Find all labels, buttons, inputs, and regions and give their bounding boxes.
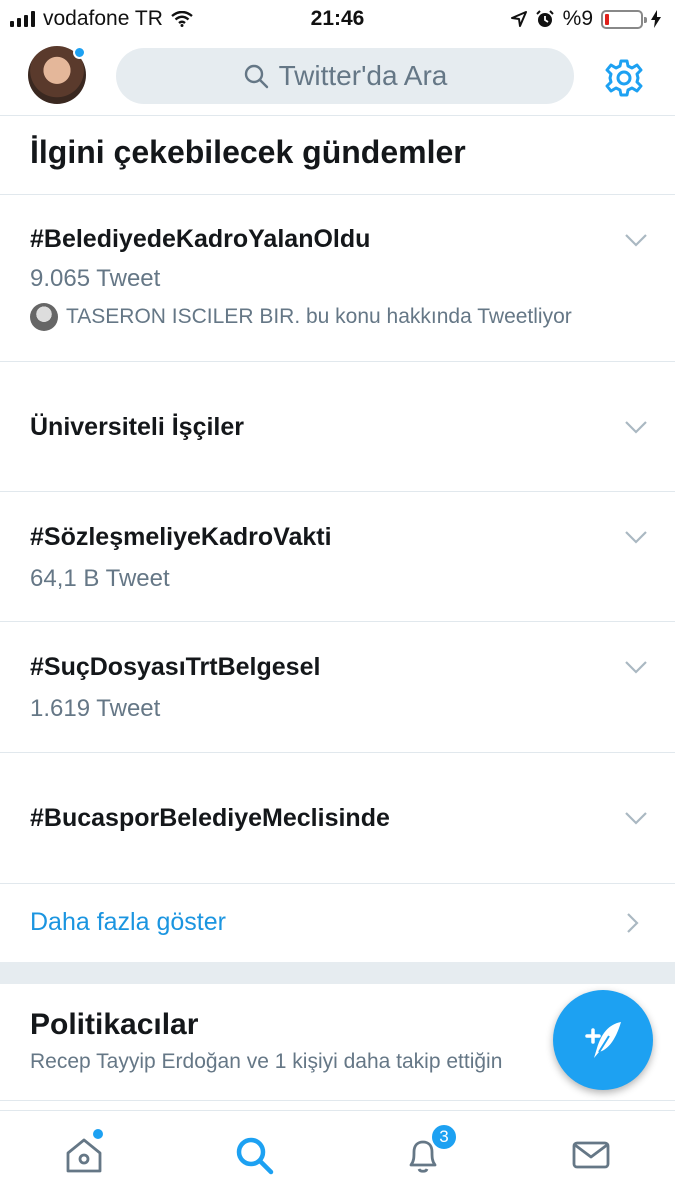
trend-item[interactable]: #BelediyedeKadroYalanOldu 9.065 Tweet TA… [0,195,675,361]
battery-icon [601,9,647,29]
gear-icon[interactable] [604,58,644,98]
chevron-down-icon[interactable] [624,660,648,674]
politicians-subtitle: Recep Tayyip Erdoğan ve 1 kişiyi daha ta… [30,1050,503,1073]
search-icon [244,64,268,89]
trend-context: TASERON ISCILER BIR. bu konu hakkında Tw… [30,303,572,331]
carrier-name: vodafone TR [43,7,163,30]
trend-item[interactable]: #SuçDosyasıTrtBelgesel 1.619 Tweet [0,622,675,752]
charging-icon [651,10,661,28]
show-more-link[interactable]: Daha fazla göster [0,884,675,962]
search-placeholder: Twitter'da Ara [278,60,448,91]
wifi-icon [171,11,193,27]
home-icon[interactable] [64,1135,104,1175]
trend-name: #BelediyedeKadroYalanOldu [30,225,371,253]
chevron-down-icon[interactable] [624,233,648,247]
trend-name: #BucasporBelediyeMeclisinde [30,804,390,832]
trend-name: #SuçDosyasıTrtBelgesel [30,653,321,681]
status-bar: vodafone TR 21:46 %9 [0,0,675,38]
unread-dot [93,1129,103,1139]
trend-item[interactable]: Üniversiteli İşçiler [0,362,675,491]
chevron-down-icon[interactable] [624,811,648,825]
compose-tweet-button[interactable] [553,990,653,1090]
politicians-title: Politikacılar [30,1008,199,1041]
trend-item[interactable]: #BucasporBelediyeMeclisinde [0,753,675,883]
location-icon [510,11,527,27]
alarm-icon [535,10,554,27]
signal-icon [10,11,35,27]
profile-avatar-button[interactable] [28,46,86,104]
search-icon[interactable] [234,1135,274,1175]
trend-tweet-count: 9.065 Tweet [30,265,161,292]
unread-dot [73,46,86,59]
battery-percent: %9 [562,7,593,30]
search-input[interactable]: Twitter'da Ara [116,48,574,104]
trend-name: Üniversiteli İşçiler [30,413,245,441]
bottom-tab-bar: 3 [0,1110,675,1200]
messages-icon[interactable] [571,1135,611,1175]
top-bar: Twitter'da Ara [0,38,675,116]
chevron-down-icon[interactable] [624,420,648,434]
avatar [30,303,58,331]
section-separator [0,962,675,984]
trend-tweet-count: 64,1 B Tweet [30,565,170,592]
notifications-badge: 3 [430,1123,458,1151]
divider [0,1100,675,1101]
chevron-right-icon [627,913,639,933]
trends-title: İlgini çekebilecek gündemler [30,134,466,170]
trend-item[interactable]: #SözleşmeliyeKadroVakti 64,1 B Tweet [0,492,675,621]
trend-name: #SözleşmeliyeKadroVakti [30,523,332,551]
chevron-down-icon[interactable] [624,530,648,544]
trend-context-text: TASERON ISCILER BIR. bu konu hakkında Tw… [66,305,572,328]
trend-tweet-count: 1.619 Tweet [30,695,161,722]
compose-icon [585,1022,621,1058]
show-more-label: Daha fazla göster [30,908,226,936]
